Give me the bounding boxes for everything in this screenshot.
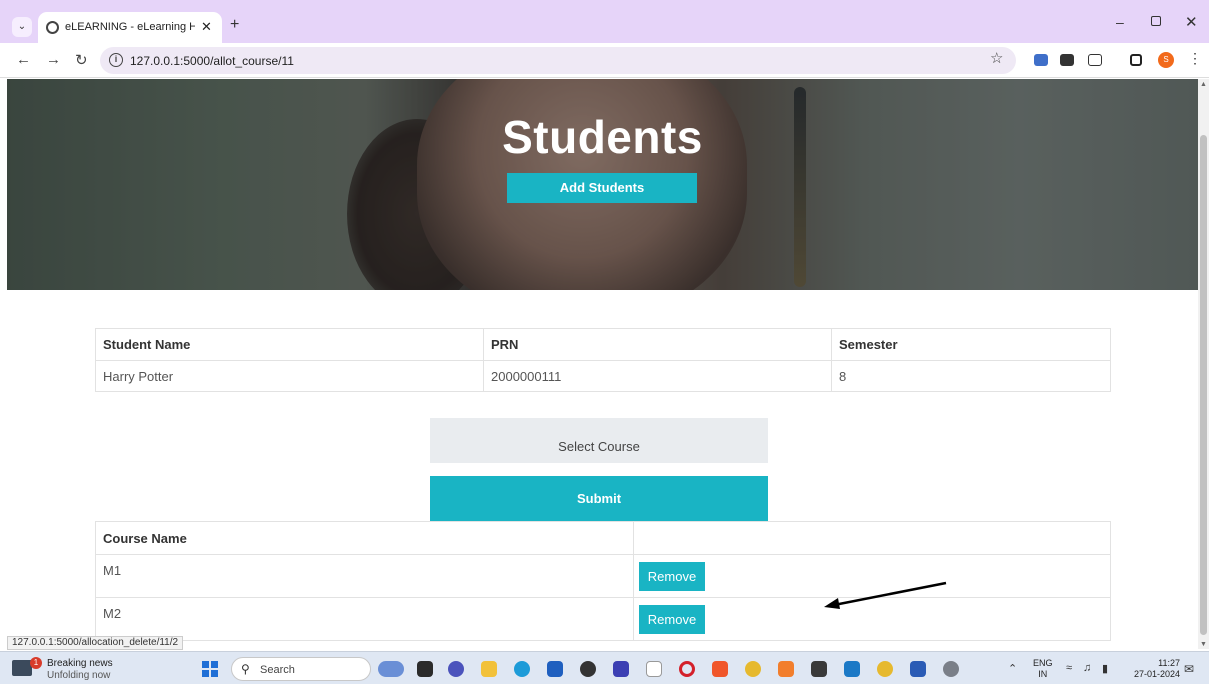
- start-tile: [202, 670, 209, 677]
- volume-icon[interactable]: ♫: [1083, 662, 1091, 674]
- opera-browser-icon[interactable]: [679, 661, 695, 677]
- select-course-dropdown[interactable]: Select Course: [430, 418, 768, 463]
- file-explorer-icon[interactable]: [481, 661, 497, 677]
- link-status-bar: 127.0.0.1:5000/allocation_delete/11/2: [7, 636, 184, 650]
- column-header: PRN: [483, 328, 832, 361]
- column-header: [633, 521, 1111, 555]
- site-info-icon[interactable]: i: [109, 53, 123, 67]
- wifi-icon[interactable]: ≈: [1066, 662, 1072, 674]
- submit-button[interactable]: Submit: [430, 476, 768, 521]
- window-minimize-icon[interactable]: –: [1116, 14, 1124, 30]
- hero-banner: Students Add Students: [7, 79, 1198, 290]
- course-table: Course Name M1 Remove M2 Remove: [95, 521, 1111, 641]
- remove-button[interactable]: Remove: [639, 562, 705, 591]
- course-name-cell: M1: [95, 554, 634, 598]
- chrome-profile-icon[interactable]: [877, 661, 893, 677]
- tab-search-chevron-icon[interactable]: ⌄: [12, 17, 32, 37]
- edge-browser-icon[interactable]: [514, 661, 530, 677]
- column-header: Student Name: [95, 328, 484, 361]
- language-indicator[interactable]: ENG IN: [1033, 658, 1053, 680]
- app-icon[interactable]: [580, 661, 596, 677]
- scroll-down-icon[interactable]: ▼: [1200, 641, 1207, 648]
- browser-tab-strip: ⌄ eLEARNING - eLearning HTML ✕ + – ✕: [0, 0, 1209, 43]
- table-row: M1 Remove: [95, 554, 1111, 598]
- news-subtitle: Unfolding now: [47, 670, 111, 681]
- taskbar: 1 Breaking news Unfolding now ⚲ Search ⌃…: [0, 651, 1209, 684]
- add-students-button[interactable]: Add Students: [507, 173, 697, 203]
- new-tab-plus-icon[interactable]: +: [230, 16, 239, 34]
- extensions-puzzle-icon[interactable]: [1088, 54, 1102, 66]
- page-scrollbar[interactable]: ▲ ▼: [1198, 79, 1209, 649]
- windows-start-icon[interactable]: [202, 661, 218, 677]
- browser-tab[interactable]: eLEARNING - eLearning HTML ✕: [38, 12, 222, 43]
- address-bar[interactable]: i 127.0.0.1:5000/allot_course/11: [100, 47, 1016, 74]
- app-icon[interactable]: [613, 661, 629, 677]
- tab-close-icon[interactable]: ✕: [201, 19, 212, 35]
- back-arrow-icon[interactable]: ←: [16, 51, 31, 68]
- extension-icon[interactable]: [1060, 54, 1074, 66]
- table-row: M2 Remove: [95, 597, 1111, 641]
- taskbar-search[interactable]: ⚲ Search: [231, 657, 371, 681]
- brave-browser-icon[interactable]: [712, 661, 728, 677]
- tray-overflow-icon[interactable]: ⌃: [1008, 662, 1017, 675]
- sublime-text-icon[interactable]: [811, 661, 827, 677]
- table-row: Harry Potter 2000000111 8: [95, 360, 1111, 392]
- notepad-icon[interactable]: [646, 661, 662, 677]
- scrollbar-thumb[interactable]: [1200, 135, 1207, 635]
- search-label: Search: [260, 664, 295, 676]
- column-header: Semester: [831, 328, 1111, 361]
- weather-app-icon[interactable]: [378, 661, 404, 677]
- notification-badge: 1: [30, 657, 42, 669]
- remove-button[interactable]: Remove: [639, 605, 705, 634]
- tab-title: eLEARNING - eLearning HTML: [65, 21, 195, 33]
- start-tile: [211, 661, 218, 668]
- page-viewport: Students Add Students Student Name PRN S…: [7, 79, 1198, 649]
- news-widget-icon[interactable]: [12, 660, 32, 676]
- page-title: Students: [502, 111, 703, 163]
- forward-arrow-icon[interactable]: →: [46, 51, 61, 68]
- table-header-row: Student Name PRN Semester: [95, 328, 1111, 361]
- vscode-icon[interactable]: [844, 661, 860, 677]
- window-restore-icon[interactable]: [1151, 16, 1161, 26]
- chrome-browser-icon[interactable]: [745, 661, 761, 677]
- students-table: Student Name PRN Semester Harry Potter 2…: [95, 328, 1111, 392]
- semester-cell: 8: [831, 360, 1111, 392]
- xampp-icon[interactable]: [778, 661, 794, 677]
- notifications-icon[interactable]: ✉: [1184, 662, 1194, 676]
- window-close-icon[interactable]: ✕: [1185, 13, 1198, 31]
- extension-icon[interactable]: [1034, 54, 1048, 66]
- store-app-icon[interactable]: [547, 661, 563, 677]
- settings-gear-icon[interactable]: [943, 661, 959, 677]
- side-panel-icon[interactable]: [1130, 54, 1142, 66]
- annotation-arrow-icon: [824, 581, 947, 609]
- word-icon[interactable]: [910, 661, 926, 677]
- scroll-up-icon[interactable]: ▲: [1200, 81, 1207, 88]
- browser-toolbar: ← → ↻ i 127.0.0.1:5000/allot_course/11: [0, 43, 1209, 78]
- search-icon: ⚲: [241, 662, 250, 676]
- browser-menu-icon[interactable]: ⋮: [1188, 50, 1202, 67]
- profile-avatar-icon[interactable]: S: [1158, 52, 1174, 68]
- task-view-icon[interactable]: [417, 661, 433, 677]
- course-name-cell: M2: [95, 597, 634, 641]
- clock-date: 27-01-2024: [1133, 669, 1180, 679]
- table-header-row: Course Name: [95, 521, 1111, 555]
- system-clock[interactable]: 11:27 27-01-2024: [1128, 658, 1180, 680]
- reload-icon[interactable]: ↻: [75, 51, 88, 69]
- clock-time: 11:27: [1158, 658, 1180, 668]
- battery-icon[interactable]: ▮: [1102, 662, 1108, 675]
- news-title[interactable]: Breaking news: [47, 658, 113, 669]
- address-url: 127.0.0.1:5000/allot_course/11: [130, 54, 294, 68]
- region-label: IN: [1038, 669, 1048, 679]
- start-tile: [211, 670, 218, 677]
- bookmark-star-icon[interactable]: ☆: [990, 49, 1003, 67]
- globe-icon: [46, 21, 59, 34]
- student-name-cell: Harry Potter: [95, 360, 484, 392]
- chat-app-icon[interactable]: [448, 661, 464, 677]
- column-header: Course Name: [95, 521, 634, 555]
- start-tile: [202, 661, 209, 668]
- language-label: ENG: [1033, 658, 1053, 668]
- prn-cell: 2000000111: [483, 360, 832, 392]
